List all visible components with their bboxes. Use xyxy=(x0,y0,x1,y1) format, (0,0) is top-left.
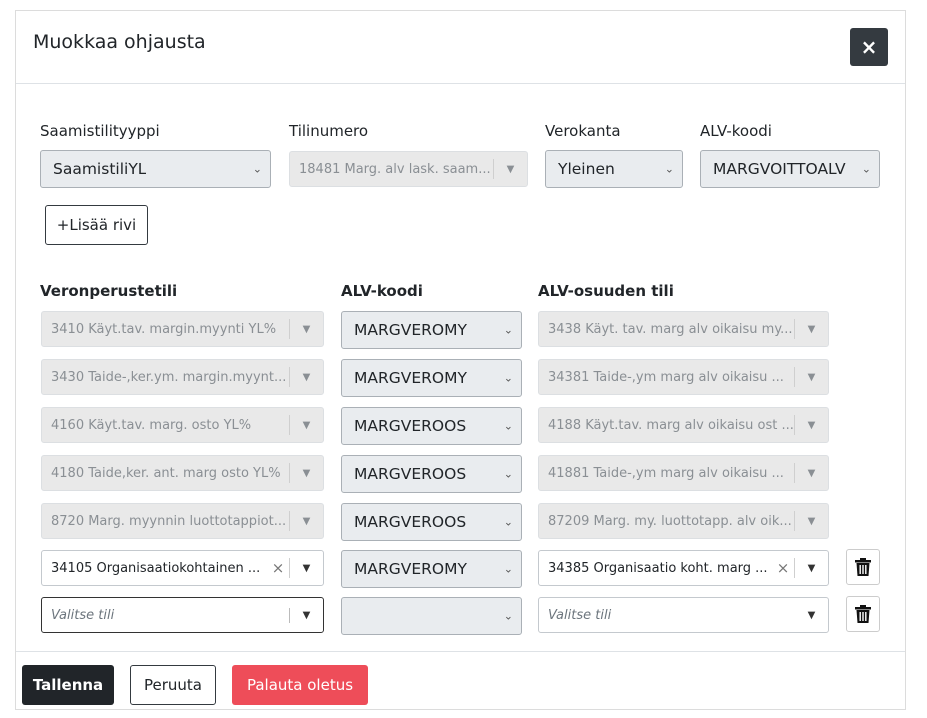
chevron-down-icon: ⌄ xyxy=(503,323,513,337)
caret-down-icon: ▼ xyxy=(807,323,816,335)
cancel-button[interactable]: Peruuta xyxy=(130,665,216,705)
edit-mapping-modal: Muokkaa ohjausta × Saamistilityyppi Tili… xyxy=(15,10,906,710)
clear-x-icon[interactable]: × xyxy=(267,559,289,577)
new-vat-account-select[interactable]: Valitse tili ▼ xyxy=(538,597,829,633)
label-vat-rate: Verokanta xyxy=(545,122,621,140)
modal-title: Muokkaa ohjausta xyxy=(33,31,206,53)
vat-code-value: MARGVEROOS xyxy=(354,417,467,435)
caret-down-icon[interactable]: ▼ xyxy=(795,610,828,621)
base-account-value: 8720 Marg. myynnin luottotappiot... xyxy=(51,513,287,529)
vat-rate-select[interactable]: Yleinen ⌄ xyxy=(545,150,683,188)
caret-down-icon: ▼ xyxy=(807,419,816,431)
vat-code-value: MARGVOITTOALV xyxy=(713,160,846,178)
vat-account-value: 87209 Marg. my. luottotapp. alv oik... xyxy=(548,513,792,529)
vat-account-value: 41881 Taide-,ym marg alv oikaisu ... xyxy=(548,465,784,481)
base-account-value: 3410 Käyt.tav. margin.myynti YL% xyxy=(51,321,277,337)
vat-account-value: 34385 Organisaatio koht. marg ... xyxy=(548,560,768,576)
base-account-value: 4160 Käyt.tav. marg. osto YL% xyxy=(51,417,252,433)
vat-account-select[interactable]: 3438 Käyt. tav. marg alv oikaisu my... ▼ xyxy=(538,311,829,347)
vat-code-select[interactable]: MARGVOITTOALV ⌄ xyxy=(700,150,880,188)
label-account-number: Tilinumero xyxy=(289,122,369,140)
header-vat-account: ALV-osuuden tili xyxy=(538,282,674,300)
base-account-select[interactable]: 4160 Käyt.tav. marg. osto YL% ▼ xyxy=(41,407,324,443)
vat-code-value: MARGVEROOS xyxy=(354,513,467,531)
delete-row-button[interactable] xyxy=(846,596,880,632)
vat-code-value: MARGVEROMY xyxy=(354,560,467,578)
caret-down-icon: ▼ xyxy=(807,467,816,479)
vat-account-select[interactable]: 4188 Käyt.tav. marg alv oikaisu ost ... … xyxy=(538,407,829,443)
delete-row-button[interactable] xyxy=(846,549,880,585)
label-vat-code: ALV-koodi xyxy=(700,122,772,140)
modal-footer: Tallenna Peruuta Palauta oletus xyxy=(16,651,905,709)
vat-account-select[interactable]: 34385 Organisaatio koht. marg ... × ▼ xyxy=(538,550,829,586)
chevron-down-icon: ⌄ xyxy=(503,467,513,481)
vat-account-value: 3438 Käyt. tav. marg alv oikaisu my... xyxy=(548,321,793,337)
caret-down-icon[interactable]: ▼ xyxy=(290,610,323,621)
new-base-account-placeholder: Valitse tili xyxy=(42,607,290,623)
account-number-value: 18481 Marg. alv lask. saam... xyxy=(299,161,491,177)
vat-code-value: MARGVEROMY xyxy=(354,321,467,339)
vat-account-value: 34381 Taide-,ym marg alv oikaisu ... xyxy=(548,369,784,385)
base-account-select[interactable]: 4180 Taide,ker. ant. marg osto YL% ▼ xyxy=(41,455,324,491)
close-icon: × xyxy=(860,35,878,59)
vat-code-select[interactable]: MARGVEROMY ⌄ xyxy=(341,550,522,588)
vat-code-select[interactable]: MARGVEROOS ⌄ xyxy=(341,455,522,493)
base-account-value: 3430 Taide-,ker.ym. margin.myynt... xyxy=(51,369,287,385)
reset-default-button[interactable]: Palauta oletus xyxy=(232,665,368,705)
vat-account-select[interactable]: 34381 Taide-,ym marg alv oikaisu ... ▼ xyxy=(538,359,829,395)
base-account-select[interactable]: 8720 Marg. myynnin luottotappiot... ▼ xyxy=(41,503,324,539)
label-receivable-type: Saamistilityyppi xyxy=(40,122,160,140)
vat-code-select[interactable]: MARGVEROOS ⌄ xyxy=(341,503,522,541)
caret-down-icon[interactable]: ▼ xyxy=(795,563,828,574)
vat-account-select[interactable]: 41881 Taide-,ym marg alv oikaisu ... ▼ xyxy=(538,455,829,491)
chevron-down-icon: ⌄ xyxy=(503,562,513,576)
vat-code-select[interactable]: MARGVEROMY ⌄ xyxy=(341,311,522,349)
add-row-button[interactable]: +Lisää rivi xyxy=(45,205,148,245)
receivable-type-value: SaamistiliYL xyxy=(53,160,147,178)
caret-down-icon: ▼ xyxy=(506,163,515,175)
base-account-value: 34105 Organisaatiokohtainen ... xyxy=(51,560,261,576)
vat-account-select[interactable]: 87209 Marg. my. luottotapp. alv oik... ▼ xyxy=(538,503,829,539)
vat-account-value: 4188 Käyt.tav. marg alv oikaisu ost ... xyxy=(548,417,794,433)
base-account-select[interactable]: 3410 Käyt.tav. margin.myynti YL% ▼ xyxy=(41,311,324,347)
caret-down-icon: ▼ xyxy=(807,515,816,527)
chevron-down-icon: ⌄ xyxy=(861,162,871,176)
caret-down-icon: ▼ xyxy=(302,419,311,431)
header-vat-code: ALV-koodi xyxy=(341,282,423,300)
caret-down-icon: ▼ xyxy=(302,515,311,527)
chevron-down-icon: ⌄ xyxy=(503,419,513,433)
base-account-value: 4180 Taide,ker. ant. marg osto YL% xyxy=(51,465,281,481)
modal-header: Muokkaa ohjausta × xyxy=(16,11,905,84)
chevron-down-icon: ⌄ xyxy=(503,515,513,529)
chevron-down-icon: ⌄ xyxy=(664,162,674,176)
vat-code-value: MARGVEROOS xyxy=(354,465,467,483)
header-base-account: Veronperustetili xyxy=(40,282,178,300)
clear-x-icon[interactable]: × xyxy=(772,559,794,577)
chevron-down-icon: ⌄ xyxy=(503,609,513,623)
new-vat-code-select[interactable]: ⌄ xyxy=(341,597,522,635)
account-number-select[interactable]: 18481 Marg. alv lask. saam... ▼ xyxy=(289,151,528,187)
close-button[interactable]: × xyxy=(850,28,888,66)
save-button[interactable]: Tallenna xyxy=(22,665,114,705)
vat-code-select[interactable]: MARGVEROMY ⌄ xyxy=(341,359,522,397)
caret-down-icon[interactable]: ▼ xyxy=(290,563,323,574)
vat-code-select[interactable]: MARGVEROOS ⌄ xyxy=(341,407,522,445)
caret-down-icon: ▼ xyxy=(302,323,311,335)
trash-icon xyxy=(855,558,871,576)
vat-rate-value: Yleinen xyxy=(558,160,615,178)
base-account-select[interactable]: 3430 Taide-,ker.ym. margin.myynt... ▼ xyxy=(41,359,324,395)
new-base-account-select[interactable]: Valitse tili ▼ xyxy=(41,597,324,633)
caret-down-icon: ▼ xyxy=(302,467,311,479)
vat-code-value: MARGVEROMY xyxy=(354,369,467,387)
caret-down-icon: ▼ xyxy=(302,371,311,383)
trash-icon xyxy=(855,605,871,623)
receivable-type-select[interactable]: SaamistiliYL ⌄ xyxy=(40,150,271,188)
chevron-down-icon: ⌄ xyxy=(252,162,262,176)
new-vat-account-placeholder: Valitse tili xyxy=(548,607,612,623)
chevron-down-icon: ⌄ xyxy=(503,371,513,385)
base-account-select[interactable]: 34105 Organisaatiokohtainen ... × ▼ xyxy=(41,550,324,586)
caret-down-icon: ▼ xyxy=(807,371,816,383)
